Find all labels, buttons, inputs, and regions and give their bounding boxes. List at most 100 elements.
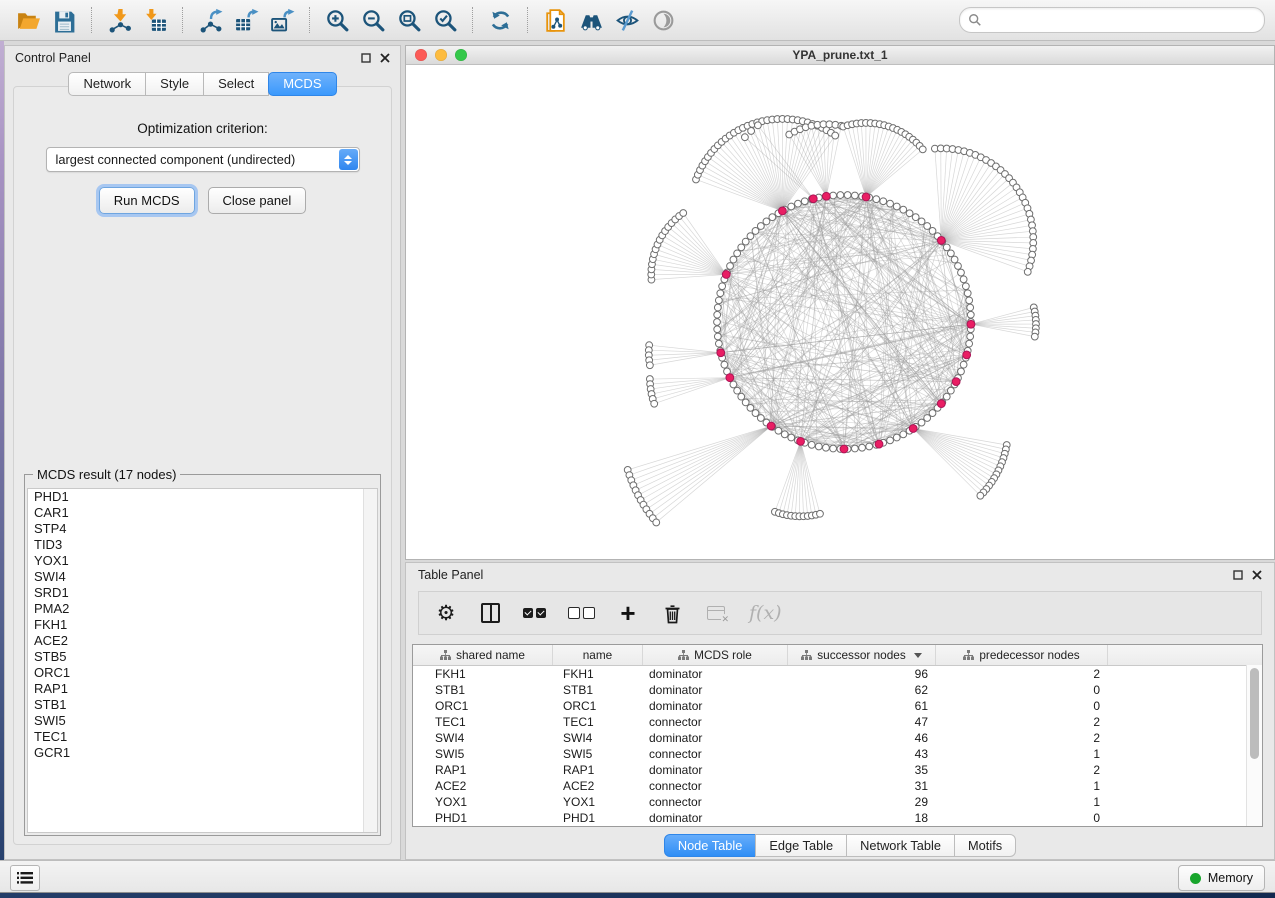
table-cell[interactable]: connector: [643, 746, 788, 762]
table-cell[interactable]: 1: [936, 778, 1108, 794]
table-row[interactable]: FKH1FKH1dominator962: [413, 666, 1262, 682]
search-box[interactable]: [959, 7, 1265, 33]
tab-select[interactable]: Select: [203, 72, 269, 96]
table-cell[interactable]: 35: [788, 762, 936, 778]
delete-icon[interactable]: [661, 601, 683, 625]
table-cell[interactable]: ORC1: [413, 698, 553, 714]
tab-edge-table[interactable]: Edge Table: [755, 834, 847, 857]
mcds-result-item[interactable]: TEC1: [28, 729, 377, 745]
mcds-result-item[interactable]: CAR1: [28, 505, 377, 521]
network-nodes[interactable]: [624, 116, 1039, 526]
tab-motifs[interactable]: Motifs: [954, 834, 1016, 857]
table-cell[interactable]: 96: [788, 666, 936, 682]
table-cell[interactable]: RAP1: [553, 762, 643, 778]
select-all-icon[interactable]: [523, 601, 546, 625]
table-row[interactable]: TEC1TEC1connector472: [413, 714, 1262, 730]
mcds-result-item[interactable]: ORC1: [28, 665, 377, 681]
table-cell[interactable]: FKH1: [553, 666, 643, 682]
refresh-layout-icon[interactable]: [484, 4, 516, 36]
tab-style[interactable]: Style: [145, 72, 204, 96]
table-cell[interactable]: dominator: [643, 762, 788, 778]
table-cell[interactable]: FKH1: [413, 666, 553, 682]
table-scrollbar[interactable]: [1246, 665, 1262, 826]
table-cell[interactable]: 2: [936, 714, 1108, 730]
maximize-window-icon[interactable]: [455, 49, 467, 61]
export-table-icon[interactable]: [230, 4, 262, 36]
table-cell[interactable]: 62: [788, 682, 936, 698]
mcds-result-list[interactable]: PHD1CAR1STP4TID3YOX1SWI4SRD1PMA2FKH1ACE2…: [27, 488, 378, 833]
table-cell[interactable]: 1: [936, 794, 1108, 810]
table-cell[interactable]: dominator: [643, 698, 788, 714]
mcds-result-item[interactable]: STB1: [28, 697, 377, 713]
table-cell[interactable]: TEC1: [553, 714, 643, 730]
zoom-in-icon[interactable]: [321, 4, 353, 36]
table-cell[interactable]: SWI4: [413, 730, 553, 746]
search-input[interactable]: [982, 12, 1256, 28]
table-row[interactable]: PHD1PHD1dominator180: [413, 810, 1262, 826]
mcds-result-item[interactable]: GCR1: [28, 745, 377, 761]
import-network-icon[interactable]: [103, 4, 135, 36]
column-header-shared-name[interactable]: shared name: [413, 645, 553, 665]
run-mcds-button[interactable]: Run MCDS: [99, 187, 195, 214]
mcds-result-item[interactable]: YOX1: [28, 553, 377, 569]
zoom-out-icon[interactable]: [357, 4, 389, 36]
table-row[interactable]: SWI4SWI4dominator462: [413, 730, 1262, 746]
mcds-result-item[interactable]: FKH1: [28, 617, 377, 633]
tab-network[interactable]: Network: [68, 72, 146, 96]
table-cell[interactable]: 43: [788, 746, 936, 762]
network-canvas[interactable]: [406, 64, 1274, 559]
table-cell[interactable]: dominator: [643, 666, 788, 682]
mcds-result-item[interactable]: SWI4: [28, 569, 377, 585]
table-cell[interactable]: 61: [788, 698, 936, 714]
zoom-selected-icon[interactable]: [429, 4, 461, 36]
table-cell[interactable]: 2: [936, 730, 1108, 746]
table-row[interactable]: STB1STB1dominator620: [413, 682, 1262, 698]
table-cell[interactable]: 18: [788, 810, 936, 826]
table-cell[interactable]: 29: [788, 794, 936, 810]
table-cell[interactable]: 46: [788, 730, 936, 746]
table-cell[interactable]: 0: [936, 682, 1108, 698]
table-cell[interactable]: 0: [936, 810, 1108, 826]
table-cell[interactable]: PHD1: [553, 810, 643, 826]
table-cell[interactable]: STB1: [553, 682, 643, 698]
table-scrollbar-thumb[interactable]: [1250, 668, 1259, 759]
table-row[interactable]: SWI5SWI5connector431: [413, 746, 1262, 762]
column-header-name[interactable]: name: [553, 645, 643, 665]
show-panel-eye-icon[interactable]: [647, 4, 679, 36]
minimize-window-icon[interactable]: [435, 49, 447, 61]
table-row[interactable]: ORC1ORC1dominator610: [413, 698, 1262, 714]
table-cell[interactable]: PHD1: [413, 810, 553, 826]
tab-network-table[interactable]: Network Table: [846, 834, 955, 857]
table-cell[interactable]: dominator: [643, 682, 788, 698]
add-column-icon[interactable]: +: [617, 601, 639, 625]
zoom-fit-icon[interactable]: [393, 4, 425, 36]
table-cell[interactable]: connector: [643, 778, 788, 794]
network-overview-icon[interactable]: [575, 4, 607, 36]
table-cell[interactable]: ORC1: [553, 698, 643, 714]
table-row[interactable]: ACE2ACE2connector311: [413, 778, 1262, 794]
table-cell[interactable]: dominator: [643, 810, 788, 826]
table-cell[interactable]: 0: [936, 698, 1108, 714]
table-cell[interactable]: ACE2: [553, 778, 643, 794]
close-table-panel-icon[interactable]: [1251, 570, 1262, 581]
close-window-icon[interactable]: [415, 49, 427, 61]
mcds-result-item[interactable]: ACE2: [28, 633, 377, 649]
save-session-icon[interactable]: [48, 4, 80, 36]
memory-button[interactable]: Memory: [1178, 865, 1265, 891]
table-cell[interactable]: 2: [936, 762, 1108, 778]
tab-mcds[interactable]: MCDS: [268, 72, 336, 96]
table-cell[interactable]: 1: [936, 746, 1108, 762]
show-columns-icon[interactable]: [479, 601, 501, 625]
close-panel-icon[interactable]: [379, 53, 390, 64]
table-cell[interactable]: SWI5: [413, 746, 553, 762]
share-document-icon[interactable]: [539, 4, 571, 36]
table-cell[interactable]: STB1: [413, 682, 553, 698]
table-cell[interactable]: dominator: [643, 730, 788, 746]
table-cell[interactable]: RAP1: [413, 762, 553, 778]
column-header-predecessor-nodes[interactable]: predecessor nodes: [936, 645, 1108, 665]
table-cell[interactable]: SWI4: [553, 730, 643, 746]
mcds-list-scrollbar[interactable]: [363, 489, 377, 832]
mcds-result-item[interactable]: PMA2: [28, 601, 377, 617]
hide-panel-eye-icon[interactable]: [611, 4, 643, 36]
table-cell[interactable]: connector: [643, 794, 788, 810]
